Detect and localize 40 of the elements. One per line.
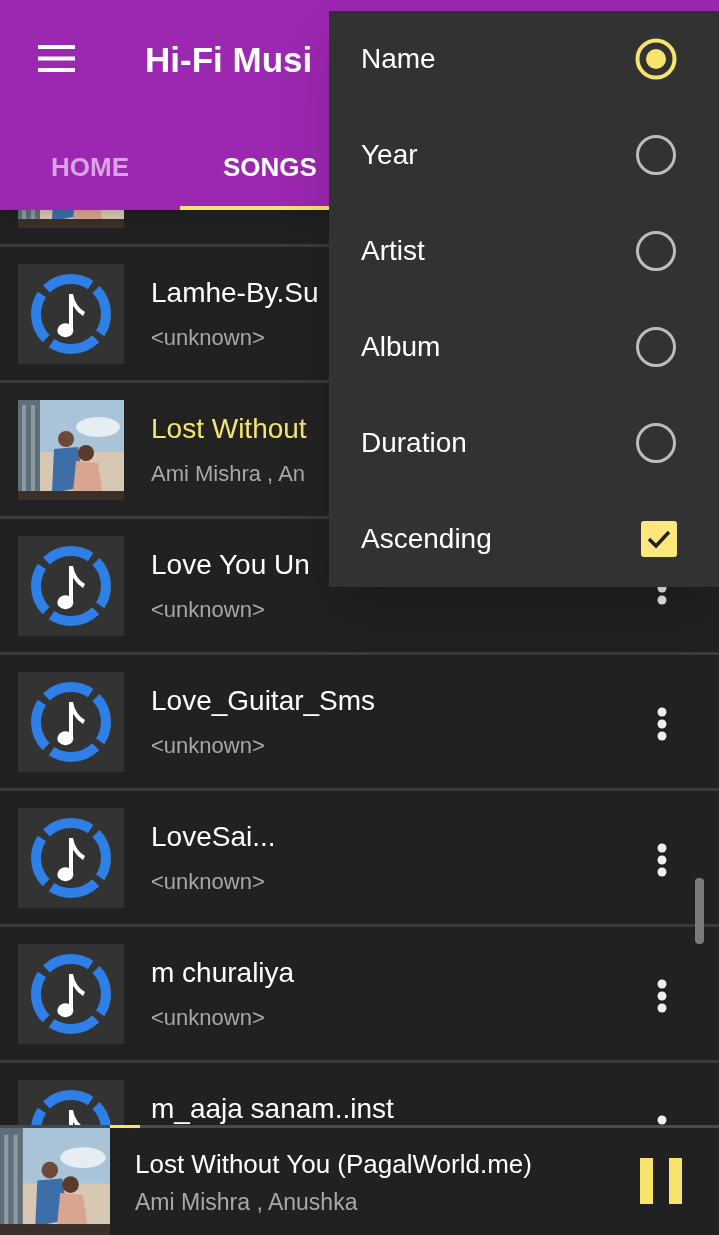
radio-button[interactable] — [635, 230, 677, 272]
menu-icon[interactable] — [38, 45, 75, 72]
song-title: Love You Un — [151, 548, 310, 582]
song-artist: <unknown> — [151, 732, 265, 760]
song-artist: <unknown> — [151, 596, 265, 624]
checkbox[interactable] — [641, 521, 677, 557]
music-note-icon — [29, 271, 113, 356]
radio-button[interactable] — [635, 38, 677, 80]
now-playing-artist: Ami Mishra , Anushka — [135, 1188, 358, 1216]
song-artist: <unknown> — [151, 1004, 265, 1032]
scrollbar[interactable] — [695, 878, 704, 944]
song-title: LoveSai... — [151, 820, 276, 854]
more-icon[interactable] — [656, 979, 668, 1013]
menu-option[interactable]: Artist — [361, 230, 425, 272]
app-title: Hi-Fi Musi — [145, 40, 313, 80]
pause-icon[interactable] — [640, 1158, 682, 1204]
now-playing-title: Lost Without You (PagalWorld.me) — [135, 1148, 532, 1180]
song-title: Lost Without — [151, 412, 307, 446]
radio-button[interactable] — [635, 326, 677, 368]
menu-option[interactable]: Ascending — [361, 518, 492, 560]
song-artist: <unknown> — [151, 868, 265, 896]
music-note-icon — [29, 543, 113, 628]
menu-option[interactable]: Duration — [361, 422, 467, 464]
song-title: Lamhe-By.Su — [151, 276, 319, 310]
song-title: Love_Guitar_Sms — [151, 684, 376, 718]
menu-option[interactable]: Name — [361, 38, 436, 80]
radio-button[interactable] — [635, 134, 677, 176]
song-title: m_aaja sanam..inst — [151, 1092, 394, 1125]
song-title: m churaliya — [151, 956, 295, 990]
song-artist: <unknown> — [151, 324, 265, 352]
more-icon[interactable] — [656, 707, 668, 741]
radio-button[interactable] — [635, 422, 677, 464]
menu-option[interactable]: Year — [361, 134, 418, 176]
music-note-icon — [29, 951, 113, 1036]
more-icon[interactable] — [656, 843, 668, 877]
music-note-icon — [29, 679, 113, 764]
menu-option[interactable]: Album — [361, 326, 441, 368]
music-note-icon — [29, 815, 113, 900]
now-playing-bar[interactable]: Lost Without You (PagalWorld.me) Ami Mishra , Anushka — [0, 1125, 719, 1235]
song-artist: Ami Mishra , An — [151, 460, 306, 488]
